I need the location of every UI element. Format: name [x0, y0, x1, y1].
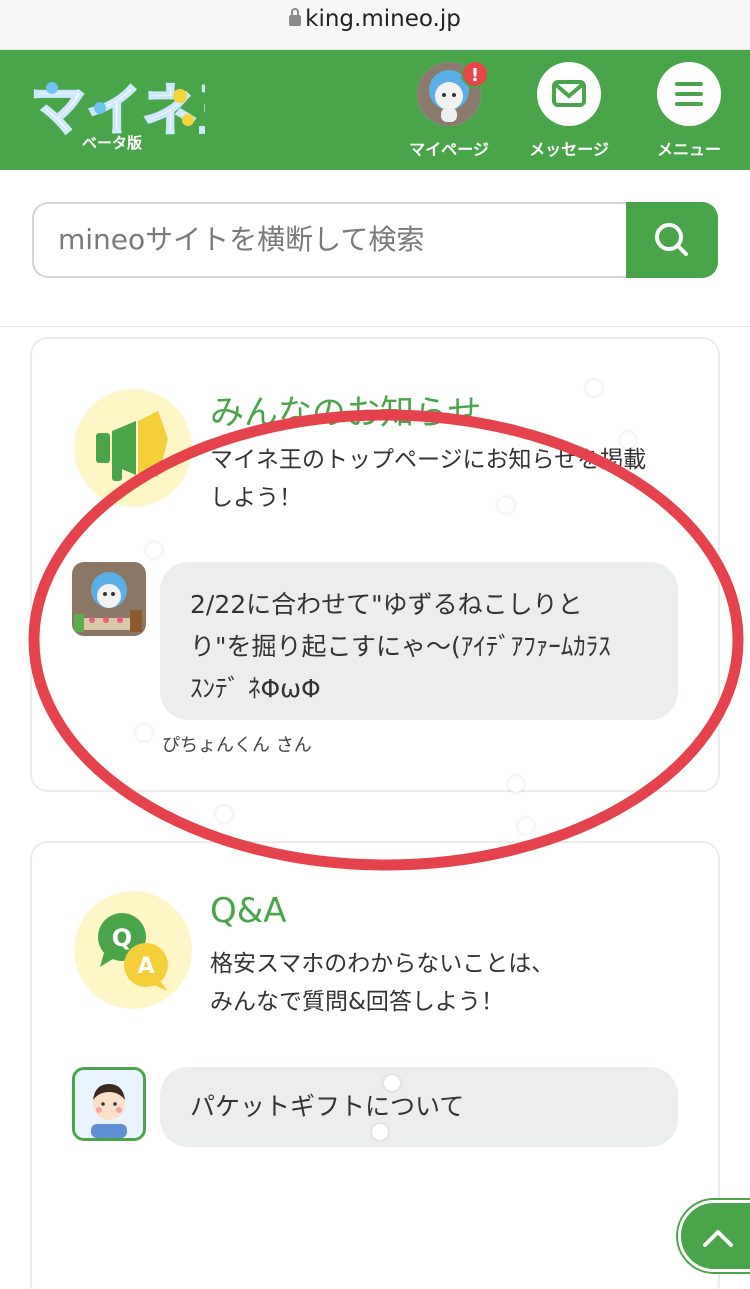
- snow-dot: [384, 1075, 400, 1091]
- chevron-up-icon: [703, 1230, 733, 1247]
- snow-dot: [586, 380, 602, 396]
- annotation-circle: [28, 409, 744, 871]
- page-top-button[interactable]: [678, 1200, 750, 1272]
- snow-dot: [518, 818, 534, 834]
- snow-dot: [498, 497, 514, 513]
- snow-dot: [216, 806, 232, 822]
- snow-dot: [508, 776, 524, 792]
- snow-dot: [146, 542, 162, 558]
- snow-dot: [372, 1124, 388, 1140]
- snow-dot: [620, 432, 636, 448]
- snow-dot: [136, 725, 152, 741]
